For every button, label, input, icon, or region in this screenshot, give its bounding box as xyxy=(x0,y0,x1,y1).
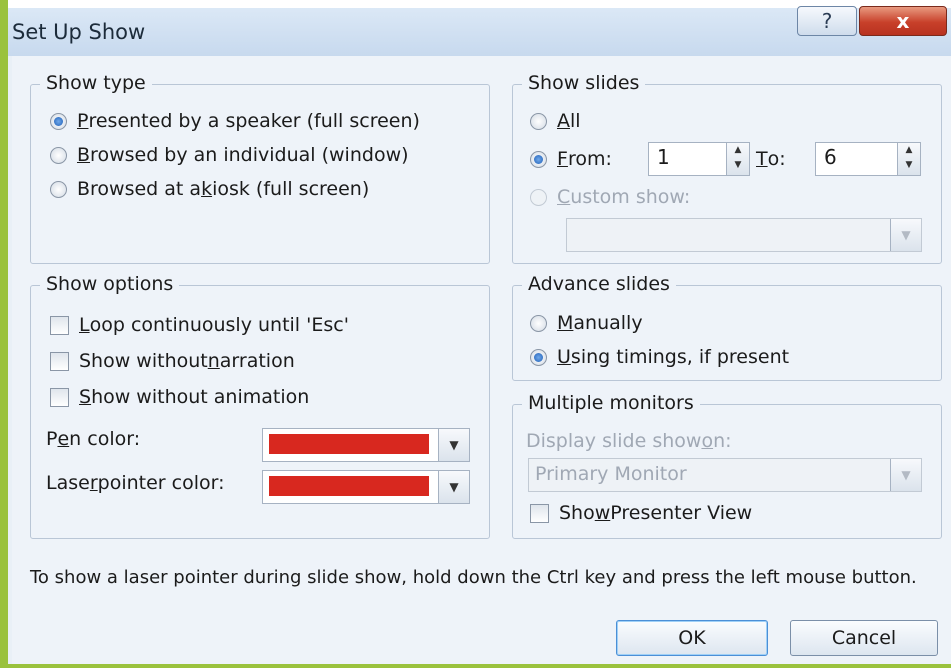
checkbox-icon xyxy=(50,351,69,371)
window-title: Set Up Show xyxy=(12,20,146,44)
radio-disabled-icon xyxy=(530,188,547,206)
radio-unselected-icon xyxy=(50,180,67,198)
window-left-border xyxy=(0,0,8,668)
to-slide-spinner[interactable]: 6 ▲ ▼ xyxy=(815,142,921,176)
show-options-label: Show options xyxy=(40,273,180,295)
radio-selected-icon xyxy=(50,112,67,130)
pen-color-label: Pen color: xyxy=(46,428,141,450)
radio-all-slides[interactable]: All xyxy=(530,110,581,132)
show-type-label: Show type xyxy=(40,72,152,94)
checkbox-without-animation[interactable]: Show without animation xyxy=(50,386,309,408)
custom-show-dropdown[interactable]: ▼ xyxy=(566,218,922,252)
from-slide-spinner[interactable]: 1 ▲ ▼ xyxy=(648,142,750,176)
show-slides-label: Show slides xyxy=(522,72,646,94)
laser-pointer-hint: To show a laser pointer during slide sho… xyxy=(30,567,917,588)
chevron-down-icon[interactable]: ▼ xyxy=(438,429,469,461)
multiple-monitors-label: Multiple monitors xyxy=(522,392,700,414)
laser-pointer-color-label: Lase r pointer color: xyxy=(46,472,225,494)
window-bottom-border xyxy=(0,664,951,668)
ok-button[interactable]: OK xyxy=(616,620,768,656)
chevron-down-icon[interactable]: ▼ xyxy=(438,471,469,503)
display-monitor-value: Primary Monitor xyxy=(535,463,687,485)
help-button[interactable]: ? xyxy=(797,6,857,36)
checkbox-without-narration[interactable]: Show without n arration xyxy=(50,350,295,372)
radio-selected-icon xyxy=(530,150,547,168)
radio-custom-show[interactable]: Custom show: xyxy=(530,186,690,208)
laser-color-dropdown[interactable]: ▼ xyxy=(262,470,470,504)
chevron-down-icon[interactable]: ▼ xyxy=(890,459,921,491)
checkbox-icon xyxy=(50,315,69,335)
close-button[interactable]: x xyxy=(859,6,947,36)
close-icon: x xyxy=(896,9,910,33)
spin-arrows-icon[interactable]: ▲ ▼ xyxy=(726,143,749,175)
pen-color-swatch xyxy=(269,434,429,454)
radio-browsed-at-kiosk[interactable]: Browsed at a k iosk (full screen) xyxy=(50,178,369,200)
checkbox-show-presenter-view[interactable]: Sho w Presenter View xyxy=(530,502,752,524)
to-label: To: xyxy=(756,148,786,170)
spin-arrows-icon[interactable]: ▲ ▼ xyxy=(897,143,920,175)
display-monitor-dropdown[interactable]: Primary Monitor ▼ xyxy=(528,458,922,492)
question-mark-icon: ? xyxy=(821,9,833,33)
radio-presented-by-speaker[interactable]: Presented by a speaker (full screen) xyxy=(50,110,420,132)
checkbox-loop-continuously[interactable]: Loop continuously until 'Esc' xyxy=(50,314,349,336)
radio-using-timings[interactable]: Using timings, if present xyxy=(530,346,789,368)
radio-selected-icon xyxy=(530,348,547,366)
radio-manually[interactable]: Manually xyxy=(530,312,643,334)
laser-color-swatch xyxy=(269,476,429,496)
to-slide-value: 6 xyxy=(824,145,837,169)
checkbox-icon xyxy=(50,387,69,407)
advance-slides-label: Advance slides xyxy=(522,273,676,295)
radio-unselected-icon xyxy=(530,112,547,130)
radio-unselected-icon xyxy=(50,146,67,164)
radio-from-slides[interactable]: From: xyxy=(530,148,612,170)
radio-browsed-by-individual[interactable]: Browsed by an individual (window) xyxy=(50,144,409,166)
pen-color-dropdown[interactable]: ▼ xyxy=(262,428,470,462)
display-slide-show-on-label: Display slide show o n: xyxy=(526,430,732,452)
radio-unselected-icon xyxy=(530,314,547,332)
from-slide-value: 1 xyxy=(657,145,670,169)
checkbox-icon xyxy=(530,503,549,523)
chevron-down-icon[interactable]: ▼ xyxy=(890,219,921,251)
cancel-button[interactable]: Cancel xyxy=(790,620,938,656)
